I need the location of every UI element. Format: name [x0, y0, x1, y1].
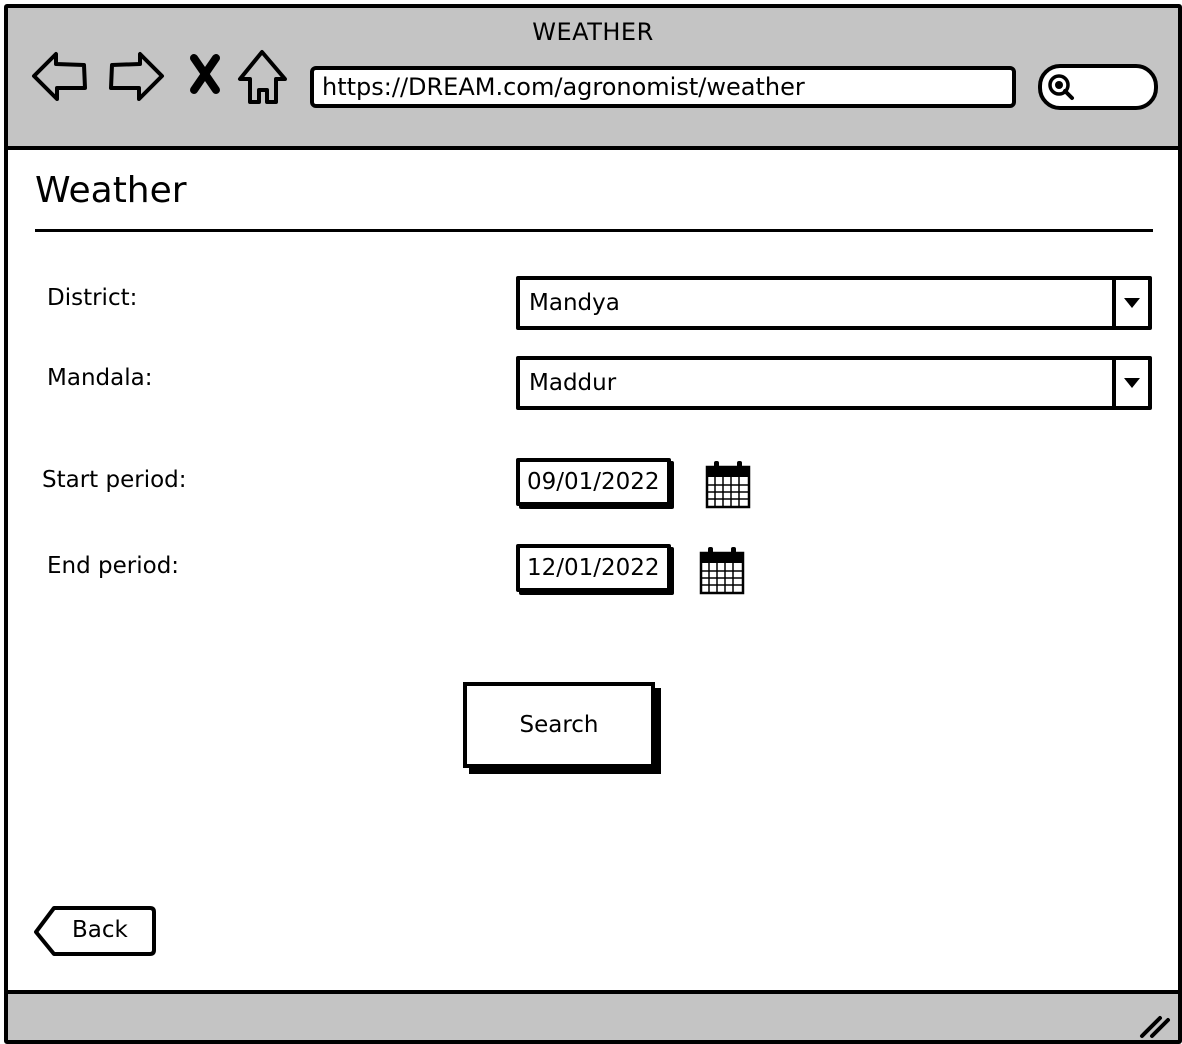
close-x-icon[interactable]: [182, 46, 242, 106]
search-icon: [1048, 74, 1074, 100]
district-label: District:: [47, 285, 138, 311]
url-bar[interactable]: https://DREAM.com/agronomist/weather: [310, 66, 1016, 108]
forward-arrow-icon[interactable]: [106, 46, 166, 106]
mandala-select[interactable]: Maddur: [516, 356, 1152, 410]
search-button[interactable]: Search: [463, 682, 655, 768]
back-button-label: Back: [72, 917, 128, 943]
end-period-input[interactable]: 12/01/2022: [516, 544, 671, 592]
end-period-calendar-icon[interactable]: [699, 545, 745, 595]
end-period-label: End period:: [47, 553, 180, 579]
mandala-label: Mandala:: [47, 365, 153, 391]
browser-window: WEATHER https://DREAM.com/agronomist/wea…: [4, 4, 1182, 1044]
mandala-selected-value: Maddur: [529, 370, 617, 396]
dropdown-caret-icon: [1124, 378, 1140, 388]
start-period-input[interactable]: 09/01/2022: [516, 458, 671, 506]
home-icon[interactable]: [234, 46, 294, 106]
title-divider: [35, 229, 1153, 232]
district-selected-value: Mandya: [529, 290, 620, 316]
back-arrow-icon[interactable]: [30, 46, 90, 106]
start-period-calendar-icon[interactable]: [705, 459, 751, 509]
district-dropdown-button[interactable]: [1112, 280, 1148, 326]
resize-grip-icon[interactable]: [1138, 1010, 1172, 1040]
dropdown-caret-icon: [1124, 298, 1140, 308]
back-button[interactable]: Back: [32, 904, 158, 964]
browser-statusbar: [8, 990, 1178, 1040]
page-title: Weather: [35, 170, 187, 211]
district-select[interactable]: Mandya: [516, 276, 1152, 330]
start-period-label: Start period:: [42, 467, 187, 493]
mandala-dropdown-button[interactable]: [1112, 360, 1148, 406]
browser-titlebar: WEATHER https://DREAM.com/agronomist/wea…: [8, 8, 1178, 150]
window-title: WEATHER: [532, 18, 654, 46]
browser-search-box[interactable]: [1038, 64, 1158, 110]
